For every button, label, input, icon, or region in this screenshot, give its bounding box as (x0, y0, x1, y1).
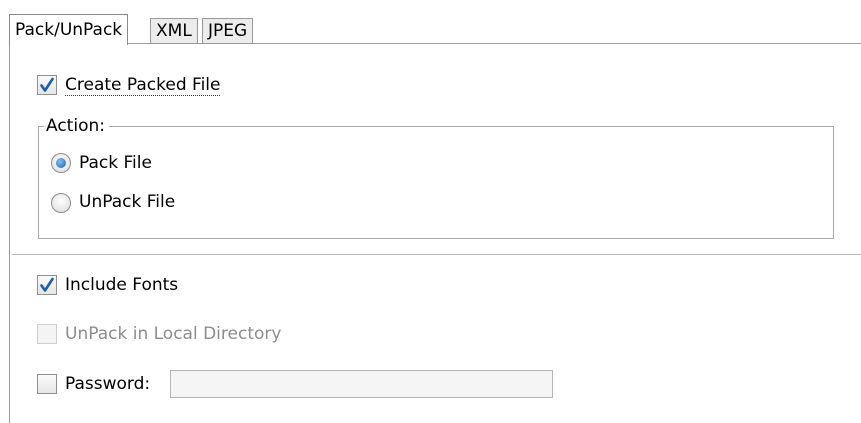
password-label[interactable]: Password: (65, 373, 150, 395)
create-packed-file-checkbox[interactable] (37, 75, 57, 95)
pack-file-radio[interactable] (51, 153, 71, 173)
include-fonts-checkbox[interactable] (37, 275, 57, 295)
unpack-local-directory-label: UnPack in Local Directory (65, 324, 282, 344)
unpack-local-directory-checkbox (37, 324, 57, 344)
unpack-file-label[interactable]: UnPack File (79, 191, 175, 213)
tab-jpeg[interactable]: JPEG (202, 18, 254, 44)
tab-pack-unpack[interactable]: Pack/UnPack (9, 14, 129, 45)
include-fonts-label[interactable]: Include Fonts (65, 274, 178, 296)
unpack-file-radio[interactable] (51, 193, 71, 213)
password-checkbox[interactable] (37, 374, 57, 394)
create-packed-file-label[interactable]: Create Packed File (65, 74, 221, 96)
password-field[interactable] (170, 370, 553, 398)
create-packed-file-text: Create Packed File (65, 75, 221, 96)
action-group-legend: Action: (44, 116, 109, 136)
check-mark-icon (40, 77, 54, 92)
pack-file-label[interactable]: Pack File (79, 152, 152, 174)
section-separator (12, 254, 861, 255)
tab-xml[interactable]: XML (150, 18, 198, 44)
check-mark-icon (40, 277, 54, 292)
radio-dot-icon (56, 158, 66, 168)
action-groupbox (38, 126, 834, 239)
